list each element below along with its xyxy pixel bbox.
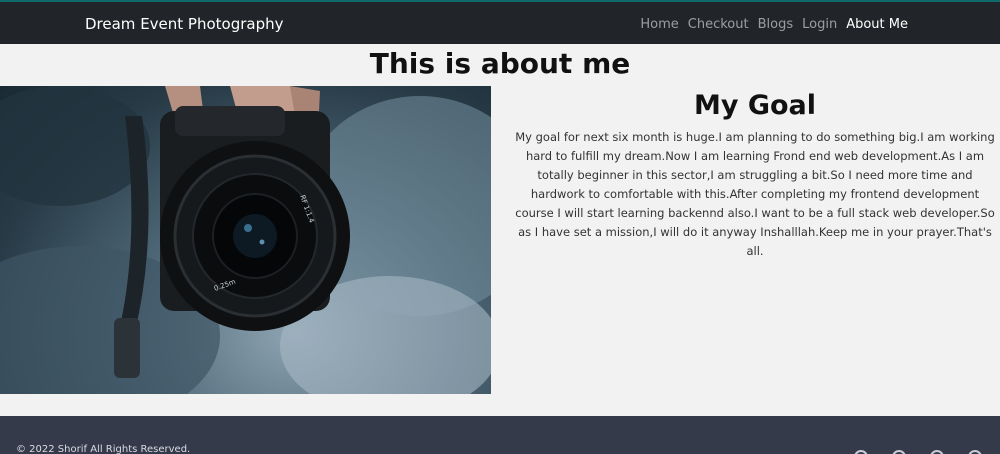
goal-text: My goal for next six month is huge.I am … (515, 130, 995, 258)
instagram-icon[interactable] (930, 450, 944, 454)
facebook-icon[interactable] (854, 450, 868, 454)
nav-link-login[interactable]: Login (802, 17, 837, 32)
copyright-text: © 2022 Shorif All Rights Reserved. (16, 444, 191, 454)
nav-link-checkout[interactable]: Checkout (688, 17, 749, 32)
goal-title: My Goal (693, 90, 817, 121)
brand-link[interactable]: Dream Event Photography (85, 15, 284, 33)
nav-links: Home Checkout Blogs Login About Me (631, 17, 908, 32)
camera-photo: RF 1:1.4 0.25m (0, 86, 491, 394)
social-links (830, 450, 982, 454)
linkedin-icon[interactable] (968, 450, 982, 454)
footer: © 2022 Shorif All Rights Reserved. (0, 416, 1000, 454)
navbar: Dream Event Photography Home Checkout Bl… (0, 0, 1000, 44)
camera-photo-illustration: RF 1:1.4 0.25m (0, 86, 491, 394)
twitter-icon[interactable] (892, 450, 906, 454)
nav-link-home[interactable]: Home (640, 17, 678, 32)
nav-link-about-me[interactable]: About Me (846, 17, 908, 32)
nav-link-blogs[interactable]: Blogs (758, 17, 794, 32)
page-title: This is about me (369, 47, 631, 80)
